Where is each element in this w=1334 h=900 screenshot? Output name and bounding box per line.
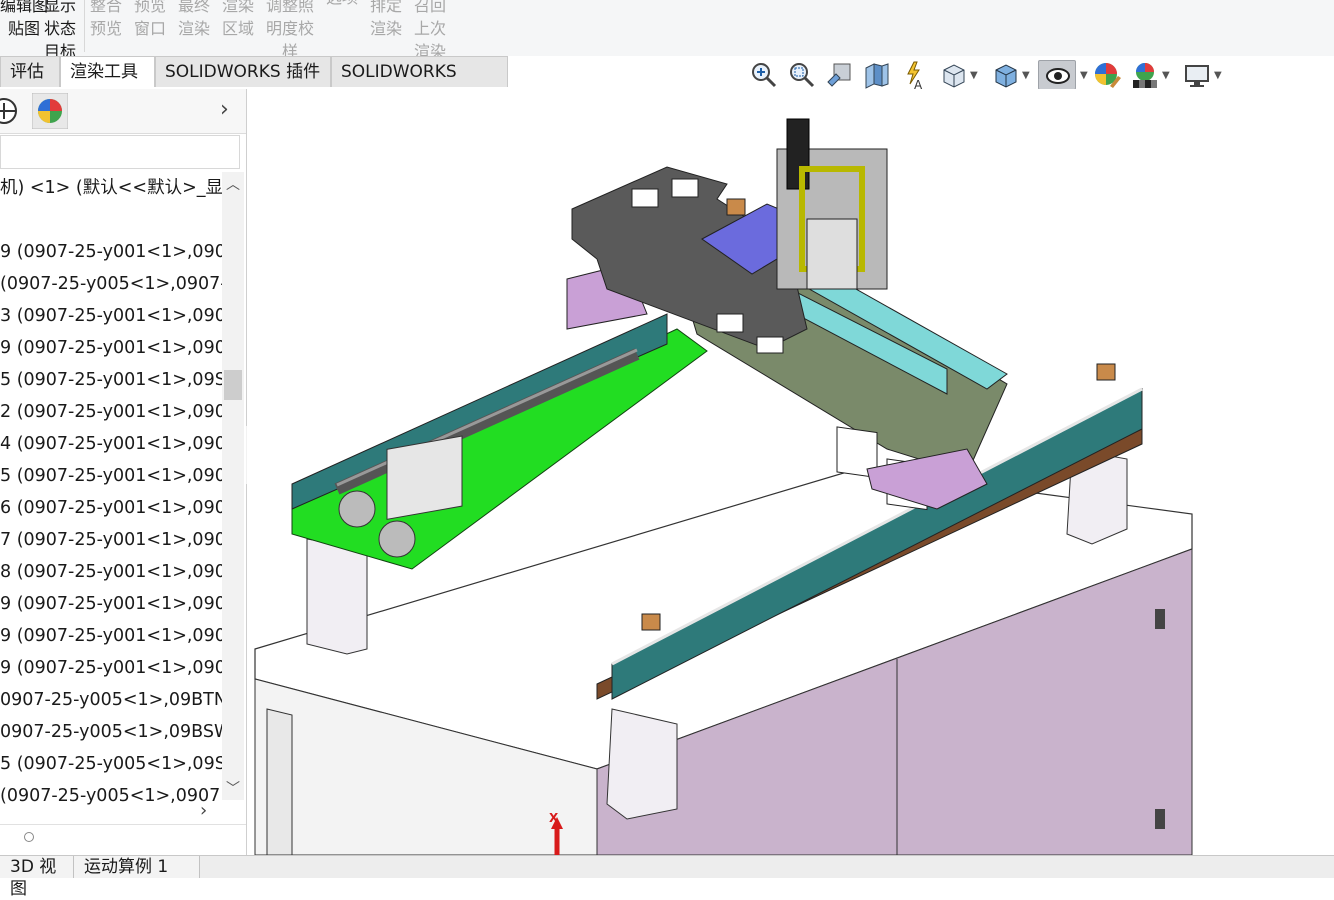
previous-view-icon[interactable] [824, 60, 854, 90]
zoom-to-fit-icon[interactable] [748, 60, 778, 90]
hide-show-items-icon[interactable] [1038, 60, 1076, 90]
dimxpert-manager-icon[interactable] [0, 93, 22, 129]
tree-item[interactable]: 2 (0907-25-y001<1>,0907 [0, 396, 222, 428]
ribbon-separator [84, 0, 85, 52]
tree-item[interactable] [0, 204, 222, 236]
adjust-illumination-button[interactable]: 调整照 明度校 样 [266, 0, 314, 63]
tree-item[interactable]: 9 (0907-25-y001<1>,0907 [0, 620, 222, 652]
ribbon: 编辑图 贴图 显示 状态 目标 整合 预览 预览 窗口 最终 渲染 渲染 区域 … [0, 0, 1334, 61]
view-settings-icon[interactable] [1182, 60, 1212, 90]
view-orientation-icon[interactable] [938, 60, 968, 90]
tree-item[interactable]: 5 (0907-25-y005<1>,09SX [0, 748, 222, 780]
zoom-to-area-icon[interactable] [786, 60, 816, 90]
orientation-triad: X Y Z [507, 811, 607, 855]
dynamic-annotation-view-icon[interactable]: A [900, 60, 930, 92]
options-button[interactable]: 选项 [326, 0, 358, 9]
pulley [338, 490, 376, 528]
axis-x-label: X [549, 811, 559, 825]
chevron-right-icon[interactable]: › [200, 800, 207, 821]
pulley [378, 520, 416, 558]
tree-item[interactable]: 9 (0907-25-y001<1>,0907 [0, 588, 222, 620]
display-manager-icon[interactable] [31, 92, 69, 130]
tab-render-tools[interactable]: 渲染工具 [60, 56, 155, 87]
chevron-right-icon[interactable]: › [220, 97, 229, 122]
tree-item[interactable]: 0907-25-y005<1>,09BTN [0, 684, 222, 716]
tree-item[interactable]: 5 (0907-25-y001<1>,0907 [0, 460, 222, 492]
z-slider [806, 218, 858, 290]
tree-filter-input[interactable] [0, 135, 240, 169]
door-hinge [1155, 609, 1165, 629]
panel-tabs: › [0, 89, 246, 134]
end-cap [726, 198, 746, 216]
end-cap [641, 613, 661, 631]
tab-motion-study-1[interactable]: 运动算例 1 [74, 856, 200, 878]
scrollbar-thumb[interactable] [224, 370, 242, 400]
graphics-viewport[interactable]: X Y Z [247, 89, 1334, 855]
render-region-button[interactable]: 渲染 区域 [222, 0, 254, 40]
z-cylinder [786, 118, 810, 190]
servo-motor [386, 435, 463, 520]
final-render-button[interactable]: 最终 渲染 [178, 0, 210, 40]
section-view-icon[interactable] [862, 60, 892, 90]
recall-last-render-button[interactable]: 召回 上次 渲染 [414, 0, 446, 63]
plate-window [671, 178, 699, 198]
chevron-down-icon[interactable]: ﹀ [226, 778, 240, 798]
tree-item[interactable]: 6 (0907-25-y001<1>,0907 [0, 492, 222, 524]
tree-item[interactable]: 3 (0907-25-y001<1>,0907 [0, 300, 222, 332]
tree-item[interactable]: 8 (0907-25-y001<1>,0907 [0, 556, 222, 588]
tree-root-item[interactable]: 机) <1> (默认<<默认>_显 [0, 172, 222, 204]
tree-vertical-scrollbar[interactable]: ︿ ﹀ [222, 172, 244, 800]
feature-tree: 机) <1> (默认<<默认>_显 9 (0907-25-y001<1>,090… [0, 172, 222, 852]
plate-window [631, 188, 659, 208]
apply-scene-icon[interactable] [1130, 60, 1160, 90]
display-state-target-button[interactable]: 显示 状态 目标 [44, 0, 76, 63]
chevron-up-icon[interactable]: ︿ [226, 174, 240, 194]
edit-decal-button[interactable]: 编辑图 贴图 [0, 0, 48, 40]
plate-window [756, 336, 784, 354]
model-render [254, 118, 1193, 855]
integrated-preview-button[interactable]: 整合 预览 [90, 0, 122, 40]
chevron-down-icon[interactable]: ▼ [970, 70, 978, 81]
feature-manager-panel: › 机) <1> (默认<<默认>_显 9 (0907-25-y001<1>,0… [0, 89, 247, 855]
tree-item[interactable]: 9 (0907-25-y001<1>,0907 [0, 652, 222, 684]
preview-window-button[interactable]: 预览 窗口 [134, 0, 166, 40]
door-hinge [1155, 809, 1165, 829]
tab-evaluate[interactable]: 评估 [0, 56, 60, 87]
tree-item[interactable]: 9 (0907-25-y001<1>,0907 [0, 236, 222, 268]
panel-bottom-bar [0, 824, 246, 856]
display-style-icon[interactable] [990, 60, 1020, 90]
plate-window [716, 313, 744, 333]
tab-solidworks-addins[interactable]: SOLIDWORKS 插件 [155, 56, 331, 87]
cabinet-frame-left [266, 708, 293, 855]
bottom-tabs: 3D 视图 运动算例 1 [0, 855, 1334, 899]
chevron-down-icon[interactable]: ▼ [1080, 70, 1088, 81]
tree-item[interactable]: 4 (0907-25-y001<1>,0907 [0, 428, 222, 460]
tree-item[interactable]: 7 (0907-25-y001<1>,0907 [0, 524, 222, 556]
chevron-down-icon[interactable]: ▼ [1214, 70, 1222, 81]
tree-item[interactable]: 9 (0907-25-y001<1>,0907 [0, 332, 222, 364]
tab-3d-view[interactable]: 3D 视图 [0, 856, 74, 899]
end-cap [1096, 363, 1116, 381]
tree-item[interactable]: 5 (0907-25-y001<1>,09SX [0, 364, 222, 396]
tree-item[interactable]: 0907-25-y005<1>,09BSW [0, 716, 222, 748]
support-post [306, 538, 368, 655]
support-post [606, 708, 678, 820]
edit-appearance-icon[interactable] [1092, 60, 1122, 90]
chevron-down-icon[interactable]: ▼ [1162, 70, 1170, 81]
schedule-render-button[interactable]: 排定 渲染 [370, 0, 402, 40]
tree-item[interactable]: (0907-25-y005<1>,0907- [0, 268, 222, 300]
chevron-down-icon[interactable]: ▼ [1022, 70, 1030, 81]
tree-item[interactable]: (0907-25-y005<1>,0907 [0, 780, 222, 812]
tab-solidworks-mbd[interactable]: SOLIDWORKS MBD [331, 56, 508, 113]
panel-resize-handle[interactable] [24, 832, 34, 842]
